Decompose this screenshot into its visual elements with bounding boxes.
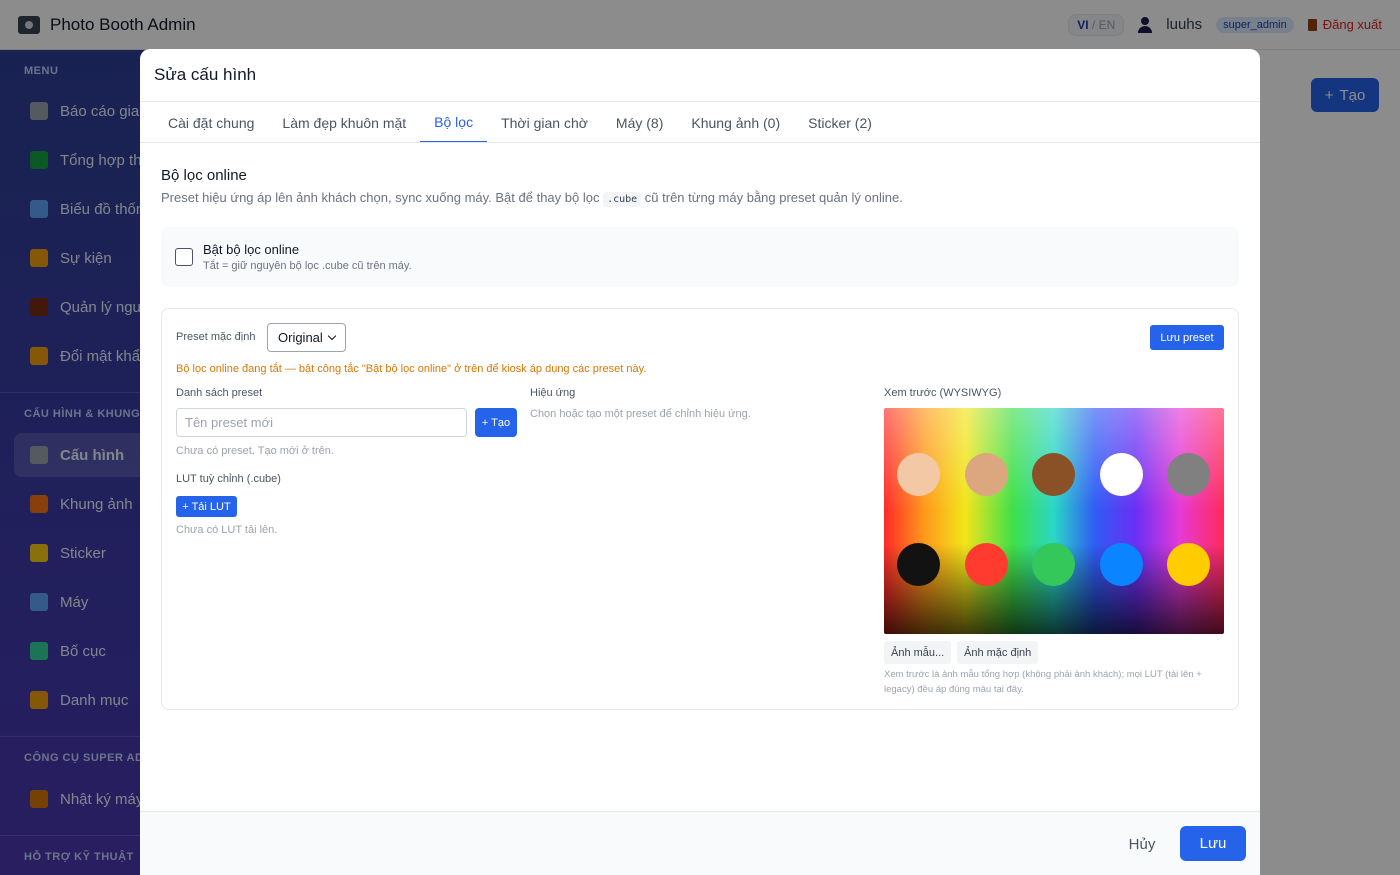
tab-general[interactable]: Cài đặt chung bbox=[154, 102, 268, 143]
save-button[interactable]: Lưu bbox=[1180, 826, 1246, 861]
tab-frames[interactable]: Khung ảnh (0) bbox=[677, 102, 794, 143]
desc-text: cũ trên từng máy bằng preset quản lý onl… bbox=[641, 190, 903, 205]
upload-lut-button[interactable]: + Tải LUT bbox=[176, 496, 237, 517]
swatch bbox=[897, 543, 940, 586]
modal-tabs: Cài đặt chung Làm đẹp khuôn mặt Bộ lọc T… bbox=[154, 102, 886, 143]
section-title: Bộ lọc online bbox=[161, 167, 247, 184]
preset-panel: Preset mặc định Original Lưu preset Bộ l… bbox=[161, 308, 1239, 710]
edit-config-modal: Sửa cấu hình Cài đặt chung Làm đẹp khuôn… bbox=[140, 49, 1260, 875]
swatch bbox=[897, 453, 940, 496]
tabs-divider bbox=[140, 142, 1260, 143]
tab-sticker[interactable]: Sticker (2) bbox=[794, 102, 886, 143]
select-value: Original bbox=[278, 330, 323, 345]
effects-hint: Chọn hoặc tạo một preset để chỉnh hiệu ứ… bbox=[530, 408, 751, 420]
default-preset-select[interactable]: Original bbox=[267, 323, 346, 352]
tab-machines[interactable]: Máy (8) bbox=[602, 102, 677, 143]
modal-footer bbox=[140, 812, 1260, 875]
default-preset-label: Preset mặc định bbox=[176, 331, 256, 343]
preview-label: Xem trước (WYSIWYG) bbox=[884, 387, 1002, 399]
lut-label: LUT tuỳ chỉnh (.cube) bbox=[176, 473, 281, 485]
filter-off-warning: Bộ lọc online đang tắt — bật công tắc "B… bbox=[176, 363, 647, 375]
save-preset-button[interactable]: Lưu preset bbox=[1150, 325, 1224, 350]
desc-text: Preset hiệu ứng áp lên ảnh khách chọn, s… bbox=[161, 190, 604, 205]
filter-preview-image bbox=[884, 408, 1224, 634]
swatch bbox=[1167, 453, 1210, 496]
swatch bbox=[1100, 543, 1143, 586]
toggle-label: Bật bộ lọc online bbox=[203, 242, 300, 257]
sample-image-button[interactable]: Ảnh mẫu... bbox=[884, 641, 952, 664]
toggle-hint: Tắt = giữ nguyên bộ lọc .cube cũ trên má… bbox=[203, 260, 412, 272]
swatch bbox=[965, 543, 1008, 586]
cube-code: .cube bbox=[603, 192, 642, 207]
swatch bbox=[1100, 453, 1143, 496]
tab-timeouts[interactable]: Thời gian chờ bbox=[487, 102, 602, 143]
online-filter-toggle-box: Bật bộ lọc online Tắt = giữ nguyên bộ lọ… bbox=[161, 227, 1239, 287]
swatch bbox=[965, 453, 1008, 496]
online-filter-checkbox[interactable] bbox=[175, 248, 193, 266]
tab-filters[interactable]: Bộ lọc bbox=[420, 102, 488, 143]
modal-title: Sửa cấu hình bbox=[154, 65, 257, 84]
preset-list-label: Danh sách preset bbox=[176, 387, 263, 399]
lut-empty-text: Chưa có LUT tải lên. bbox=[176, 524, 278, 536]
default-image-button[interactable]: Ảnh mặc định bbox=[957, 641, 1039, 664]
tab-face-beauty[interactable]: Làm đẹp khuôn mặt bbox=[268, 102, 420, 143]
effects-label: Hiệu ứng bbox=[530, 387, 576, 399]
preset-name-input[interactable] bbox=[176, 408, 467, 437]
section-description: Preset hiệu ứng áp lên ảnh khách chọn, s… bbox=[161, 190, 903, 207]
cancel-button[interactable]: Hủy bbox=[1116, 829, 1168, 859]
preview-note: Xem trước là ảnh mẫu tổng hợp (không phả… bbox=[884, 669, 1202, 695]
swatch bbox=[1032, 453, 1075, 496]
swatch bbox=[1167, 543, 1210, 586]
create-preset-button[interactable]: + Tạo bbox=[475, 408, 517, 437]
chevron-down-icon bbox=[327, 331, 337, 341]
swatch bbox=[1032, 543, 1075, 586]
preset-empty-text: Chưa có preset. Tạo mới ở trên. bbox=[176, 445, 334, 457]
